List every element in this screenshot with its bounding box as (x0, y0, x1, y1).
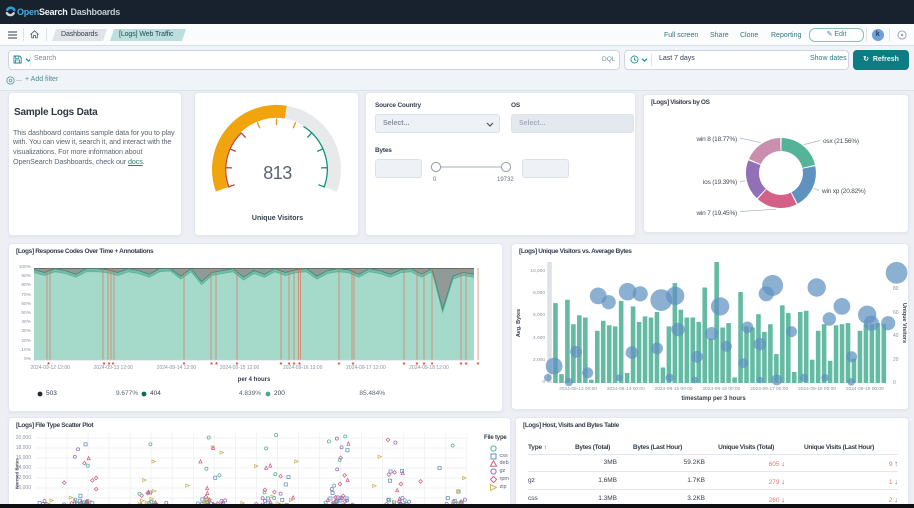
svg-text:*: * (460, 362, 463, 369)
svg-text:*: * (477, 362, 480, 369)
svg-text:*: * (465, 362, 468, 369)
